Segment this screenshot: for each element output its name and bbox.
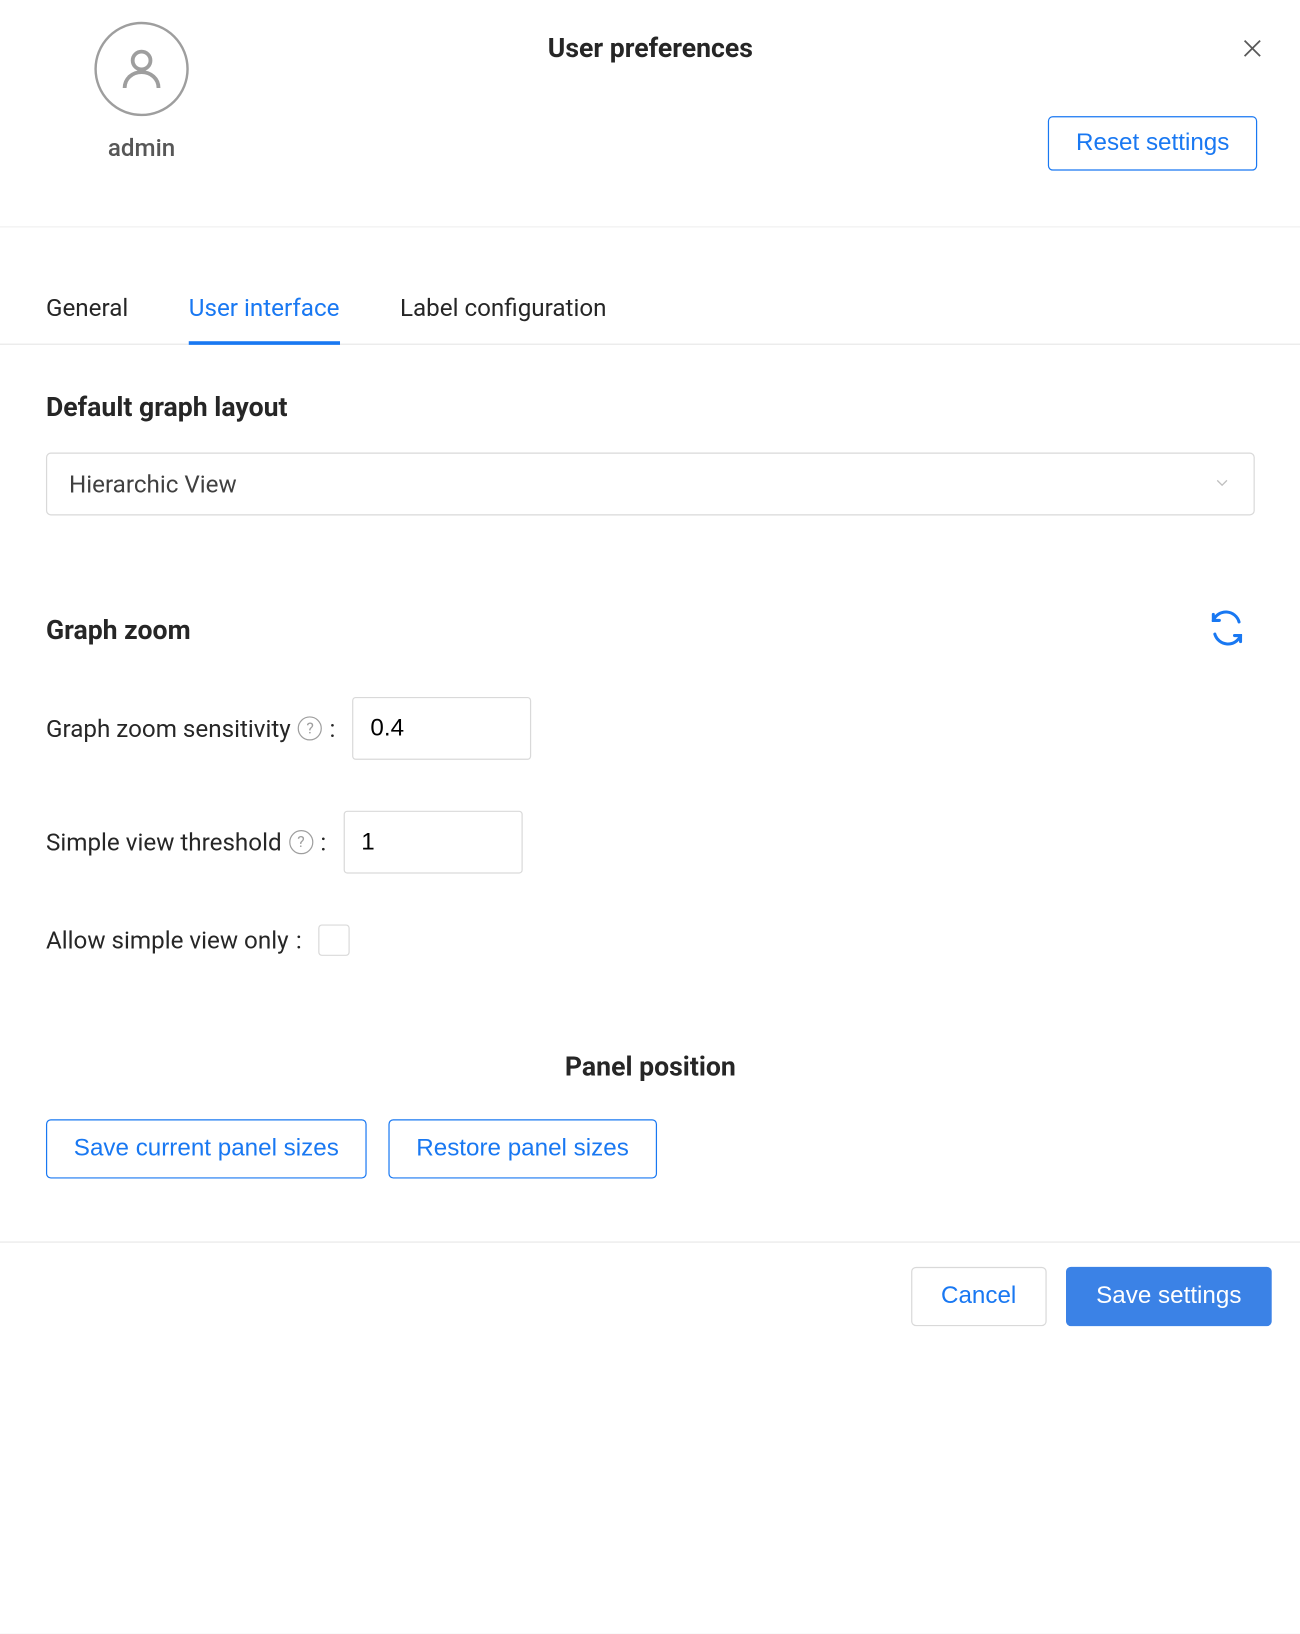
refresh-icon: [1209, 610, 1245, 646]
allow-simple-view-label: Allow simple view only: [46, 926, 289, 955]
tab-label-configuration[interactable]: Label configuration: [400, 276, 607, 345]
zoom-sensitivity-label: Graph zoom sensitivity: [46, 714, 291, 743]
panel-position-section: Panel position Save current panel sizes …: [46, 1053, 1255, 1179]
restore-panel-sizes-button[interactable]: Restore panel sizes: [388, 1119, 656, 1178]
simple-view-threshold-row: Simple view threshold ? :: [46, 811, 1255, 874]
graph-zoom-title: Graph zoom: [46, 615, 191, 645]
help-icon[interactable]: ?: [289, 830, 313, 854]
default-graph-layout-title: Default graph layout: [46, 393, 1255, 423]
chevron-down-icon: [1212, 469, 1231, 498]
zoom-sensitivity-input[interactable]: [352, 697, 531, 760]
default-graph-layout-value: Hierarchic View: [69, 469, 237, 498]
dialog-footer: Cancel Save settings: [0, 1241, 1300, 1350]
allow-simple-view-row: Allow simple view only :: [46, 924, 1255, 955]
allow-simple-view-checkbox[interactable]: [319, 924, 350, 955]
tabs: General User interface Label configurati…: [0, 276, 1300, 345]
close-icon: [1239, 35, 1266, 62]
simple-view-threshold-label: Simple view threshold: [46, 828, 282, 857]
simple-view-threshold-input[interactable]: [343, 811, 522, 874]
user-preferences-dialog: admin User preferences Reset settings Ge…: [0, 0, 1300, 1350]
help-icon[interactable]: ?: [298, 716, 322, 740]
tab-user-interface[interactable]: User interface: [189, 276, 340, 345]
zoom-sensitivity-row: Graph zoom sensitivity ? :: [46, 697, 1255, 760]
panel-position-title: Panel position: [46, 1053, 1255, 1083]
tab-content: Default graph layout Hierarchic View Gra…: [0, 345, 1300, 1179]
save-panel-sizes-button[interactable]: Save current panel sizes: [46, 1119, 367, 1178]
dialog-header: admin User preferences Reset settings: [0, 0, 1300, 227]
dialog-title: User preferences: [548, 34, 753, 64]
cancel-button[interactable]: Cancel: [911, 1267, 1047, 1326]
reset-zoom-button[interactable]: [1199, 600, 1255, 661]
default-graph-layout-select[interactable]: Hierarchic View: [46, 453, 1255, 516]
close-button[interactable]: [1235, 31, 1269, 65]
username-label: admin: [108, 133, 175, 162]
user-block: admin: [94, 22, 188, 162]
save-settings-button[interactable]: Save settings: [1066, 1267, 1272, 1326]
reset-settings-button[interactable]: Reset settings: [1048, 116, 1257, 170]
avatar-icon: [94, 22, 188, 116]
tab-general[interactable]: General: [46, 276, 128, 345]
